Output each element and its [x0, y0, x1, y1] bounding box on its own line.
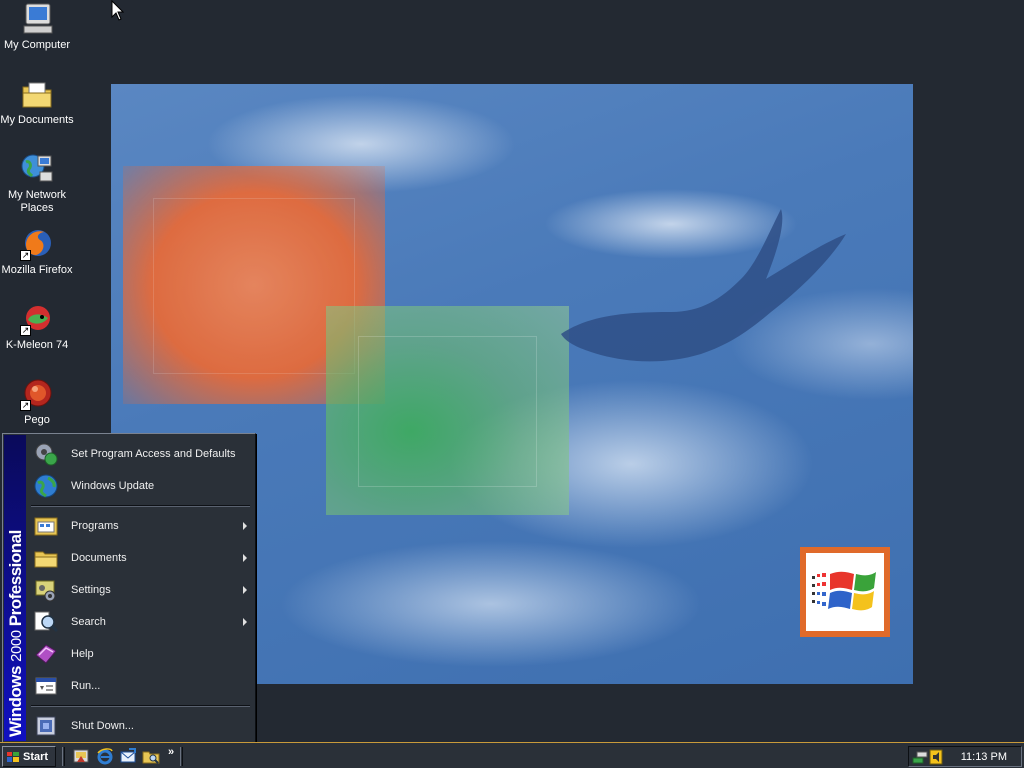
internet-explorer-icon[interactable] [96, 747, 114, 765]
windows-update-icon [33, 473, 59, 499]
menu-item-programs[interactable]: Programs [27, 510, 253, 542]
taskbar-divider [180, 747, 183, 766]
menu-item-settings[interactable]: Settings [27, 574, 253, 606]
system-tray: 11:13 PM [908, 746, 1022, 767]
start-button[interactable]: Start [2, 746, 56, 767]
wallpaper-green-square [326, 306, 569, 515]
menu-item-label: Run... [71, 680, 101, 692]
shortcut-arrow-icon: ↗ [20, 400, 31, 411]
menu-item-set-program-access[interactable]: Set Program Access and Defaults [27, 438, 253, 470]
programs-icon [33, 513, 59, 539]
program-access-icon [33, 441, 59, 467]
desktop-icon-label: Pego [24, 414, 50, 426]
taskbar-clock[interactable]: 11:13 PM [961, 751, 1007, 763]
desktop-icon-k-meleon[interactable]: ↗ K-Meleon 74 [0, 302, 74, 352]
kmeleon-icon: ↗ [20, 302, 54, 336]
taskbar: Start » 11:13 PM [0, 742, 1024, 768]
show-desktop-icon[interactable] [72, 747, 90, 765]
menu-item-label: Settings [71, 584, 111, 596]
submenu-arrow-icon [243, 586, 247, 594]
shutdown-icon [33, 713, 59, 739]
desktop-icon-mozilla-firefox[interactable]: ↗ Mozilla Firefox [0, 227, 74, 277]
mouse-pointer-icon [111, 0, 125, 21]
network-tray-icon[interactable] [911, 748, 929, 766]
volume-tray-icon[interactable] [928, 748, 944, 766]
run-icon [33, 673, 59, 699]
computer-icon [20, 2, 54, 36]
menu-item-shut-down[interactable]: Shut Down... [27, 710, 253, 742]
menu-item-windows-update[interactable]: Windows Update [27, 470, 253, 502]
windows-flag-icon [7, 751, 19, 762]
folder-documents-icon [20, 77, 54, 111]
documents-icon [33, 545, 59, 571]
settings-icon [33, 577, 59, 603]
shortcut-arrow-icon: ↗ [20, 325, 31, 336]
desktop-icon-my-documents[interactable]: My Documents [0, 77, 74, 127]
desktop-icon-pego[interactable]: ↗ Pego [0, 377, 74, 427]
desktop-icon-label: K-Meleon 74 [5, 339, 69, 351]
quick-launch-more-button[interactable]: » [168, 746, 174, 758]
desktop-icon-label: My Documents [0, 114, 74, 126]
start-button-label: Start [23, 750, 49, 763]
menu-item-label: Search [71, 616, 106, 628]
windows-explorer-icon[interactable] [142, 747, 160, 765]
submenu-arrow-icon [243, 554, 247, 562]
desktop-icon-my-network-places[interactable]: My Network Places [0, 152, 74, 215]
network-places-icon [20, 152, 54, 186]
wallpaper-diver-silhouette [561, 209, 846, 362]
submenu-arrow-icon [243, 522, 247, 530]
outlook-express-icon[interactable] [119, 747, 137, 765]
menu-item-label: Set Program Access and Defaults [71, 448, 236, 460]
taskbar-divider [62, 747, 65, 766]
start-menu: Windows 2000 Professional Set Program Ac… [2, 433, 256, 743]
menu-separator [31, 505, 250, 507]
firefox-icon: ↗ [20, 227, 54, 261]
menu-item-label: Windows Update [71, 480, 155, 492]
desktop-icon-label: Mozilla Firefox [1, 264, 73, 276]
desktop-icon-label: My Computer [3, 39, 71, 51]
desktop-icon-label: My Network Places [7, 189, 67, 214]
menu-item-label: Programs [71, 520, 119, 532]
windows-flag-icon [812, 571, 876, 611]
submenu-arrow-icon [243, 618, 247, 626]
desktop-icon-my-computer[interactable]: My Computer [0, 2, 74, 52]
menu-item-label: Shut Down... [71, 720, 134, 732]
start-menu-banner: Windows 2000 Professional [4, 435, 26, 741]
shortcut-arrow-icon: ↗ [20, 250, 31, 261]
menu-separator [31, 705, 250, 707]
windows-logo-badge [800, 547, 890, 637]
menu-item-label: Documents [71, 552, 127, 564]
help-icon [33, 641, 59, 667]
menu-item-help[interactable]: Help [27, 638, 253, 670]
menu-item-documents[interactable]: Documents [27, 542, 253, 574]
pego-icon: ↗ [20, 377, 54, 411]
menu-item-run[interactable]: Run... [27, 670, 253, 702]
search-icon [33, 609, 59, 635]
menu-item-label: Help [71, 648, 94, 660]
menu-item-search[interactable]: Search [27, 606, 253, 638]
